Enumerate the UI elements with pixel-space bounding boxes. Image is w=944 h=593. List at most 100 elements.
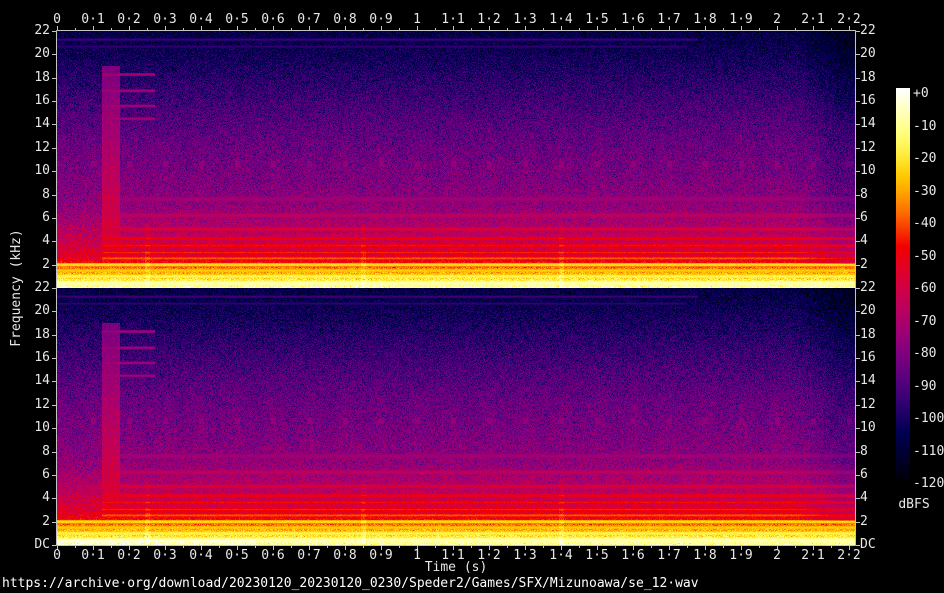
time-tick-label: 0·2 (117, 549, 140, 563)
freq-tick-label: 14 (12, 117, 50, 131)
time-tick-label: 1·4 (549, 13, 572, 27)
freq-tick-label: 16 (12, 94, 50, 108)
freq-tick-label: 20 (12, 47, 50, 61)
time-tick-label: 1·7 (657, 13, 680, 27)
time-tick-label: 1·4 (549, 549, 572, 563)
dbfs-tick-label: -10 (913, 120, 936, 134)
time-tick-label: 0·2 (117, 13, 140, 27)
freq-tick-label: 18 (12, 71, 50, 85)
dbfs-tick-label: -100 (913, 412, 944, 426)
dbfs-tick-label: -110 (913, 445, 944, 459)
time-tick-label: 0·7 (297, 13, 320, 27)
freq-tick-label: 10 (860, 164, 876, 178)
time-tick-label: 1 (413, 13, 421, 27)
time-tick-label: 1·3 (513, 13, 536, 27)
freq-tick-label: 12 (860, 141, 876, 155)
axes-frame (0, 0, 944, 593)
freq-tick-label: 4 (860, 491, 868, 505)
freq-dc-label: DC (12, 538, 50, 552)
freq-tick-label: 6 (12, 211, 50, 225)
freq-tick-label: 2 (12, 515, 50, 529)
time-tick-label: 0·9 (369, 13, 392, 27)
freq-tick-label: 2 (860, 258, 868, 272)
dbfs-tick-label: -40 (913, 217, 936, 231)
time-tick-label: 0·8 (333, 549, 356, 563)
freq-tick-label: 8 (12, 445, 50, 459)
freq-tick-label: 18 (860, 328, 876, 342)
spectrogram-screen: 00·10·20·30·40·50·60·70·80·911·11·21·31·… (0, 0, 944, 593)
time-tick-label: 2·2 (837, 549, 860, 563)
freq-tick-label: 14 (12, 374, 50, 388)
dbfs-tick-label: +0 (913, 87, 929, 101)
freq-tick-label: 16 (860, 94, 876, 108)
time-tick-label: 0·7 (297, 549, 320, 563)
freq-tick-label: 2 (860, 515, 868, 529)
time-tick-label: 0·9 (369, 549, 392, 563)
freq-tick-label: 12 (12, 398, 50, 412)
freq-tick-label: 18 (860, 71, 876, 85)
freq-tick-label: 8 (12, 188, 50, 202)
colorbar-gradient (896, 88, 910, 484)
time-tick-label: 1·5 (585, 549, 608, 563)
time-tick-label: 0·8 (333, 13, 356, 27)
freq-tick-label: 6 (860, 468, 868, 482)
freq-tick-label: 14 (860, 117, 876, 131)
time-tick-label: 2 (773, 549, 781, 563)
time-tick-label: 1·9 (729, 549, 752, 563)
freq-tick-label: 20 (860, 47, 876, 61)
colorbar-unit-label: dBFS (896, 498, 932, 512)
time-tick-label: 0 (53, 13, 61, 27)
time-tick-label: 0·6 (261, 549, 284, 563)
freq-tick-label: 20 (860, 304, 876, 318)
freq-tick-label: 8 (860, 445, 868, 459)
time-tick-label: 0·1 (81, 13, 104, 27)
dbfs-tick-label: -50 (913, 250, 936, 264)
time-tick-label: 0·4 (189, 549, 212, 563)
time-tick-label: 0·4 (189, 13, 212, 27)
time-tick-label: 1·9 (729, 13, 752, 27)
freq-tick-label: 4 (860, 234, 868, 248)
dbfs-tick-label: -90 (913, 380, 936, 394)
freq-tick-label: 22 (12, 24, 50, 38)
time-tick-label: 1·6 (621, 549, 644, 563)
freq-tick-label: 6 (860, 211, 868, 225)
dbfs-tick-label: -80 (913, 347, 936, 361)
time-tick-label: 0·5 (225, 549, 248, 563)
y-axis-title: Frequency (kHz) (10, 229, 24, 346)
time-tick-label: 1·7 (657, 549, 680, 563)
freq-tick-label: 14 (860, 374, 876, 388)
time-tick-label: 1·8 (693, 549, 716, 563)
freq-tick-label: 12 (860, 398, 876, 412)
freq-tick-label: 10 (860, 421, 876, 435)
freq-tick-label: 6 (12, 468, 50, 482)
freq-tick-label: 10 (12, 421, 50, 435)
freq-tick-label: 22 (860, 24, 876, 38)
time-tick-label: 2 (773, 13, 781, 27)
time-tick-label: 1·6 (621, 13, 644, 27)
freq-tick-label: 22 (860, 281, 876, 295)
time-tick-label: 0·5 (225, 13, 248, 27)
dbfs-tick-label: -70 (913, 315, 936, 329)
freq-tick-label: 16 (860, 351, 876, 365)
freq-tick-label: 8 (860, 188, 868, 202)
dbfs-tick-label: -120 (913, 477, 944, 491)
freq-tick-label: 16 (12, 351, 50, 365)
time-tick-label: 0·3 (153, 13, 176, 27)
time-tick-label: 0·1 (81, 549, 104, 563)
dbfs-tick-label: -20 (913, 152, 936, 166)
freq-tick-label: 12 (12, 141, 50, 155)
time-tick-label: 1·1 (441, 13, 464, 27)
time-tick-label: 1 (413, 549, 421, 563)
time-tick-label: 0 (53, 549, 61, 563)
time-tick-label: 2·1 (801, 549, 824, 563)
time-tick-label: 1·3 (513, 549, 536, 563)
time-tick-label: 0·3 (153, 549, 176, 563)
time-tick-label: 0·6 (261, 13, 284, 27)
dbfs-tick-label: -30 (913, 185, 936, 199)
time-tick-label: 2·1 (801, 13, 824, 27)
source-url: https://archive·org/download/20230120_20… (2, 577, 699, 591)
freq-dc-label: DC (860, 538, 876, 552)
x-axis-title: Time (s) (425, 561, 488, 575)
time-tick-label: 1·8 (693, 13, 716, 27)
time-tick-label: 1·5 (585, 13, 608, 27)
